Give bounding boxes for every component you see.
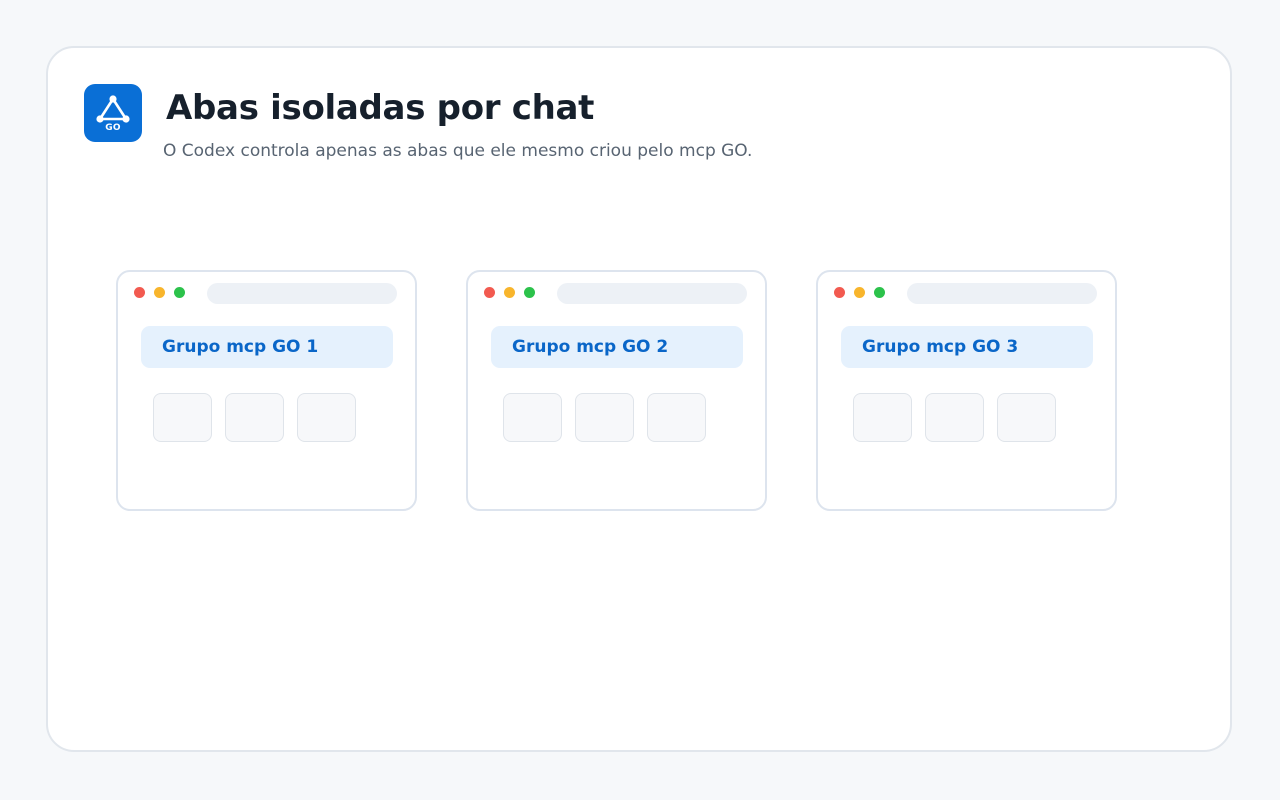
logo-text: GO <box>105 123 121 133</box>
browser-tab[interactable] <box>853 393 912 442</box>
page-subtitle: O Codex controla apenas as abas que ele … <box>163 141 753 161</box>
browser-tab[interactable] <box>153 393 212 442</box>
browser-window-1: Grupo mcp GO 1 <box>116 270 417 511</box>
address-bar[interactable] <box>207 283 397 304</box>
close-dot-icon[interactable] <box>134 287 145 298</box>
browser-tab[interactable] <box>647 393 706 442</box>
app-logo-icon: GO <box>84 84 142 142</box>
browser-tab[interactable] <box>575 393 634 442</box>
browser-tab[interactable] <box>225 393 284 442</box>
address-bar[interactable] <box>557 283 747 304</box>
maximize-dot-icon[interactable] <box>174 287 185 298</box>
minimize-dot-icon[interactable] <box>504 287 515 298</box>
minimize-dot-icon[interactable] <box>154 287 165 298</box>
tab-group-label[interactable]: Grupo mcp GO 2 <box>491 326 743 368</box>
close-dot-icon[interactable] <box>834 287 845 298</box>
share-triangle-icon <box>96 95 130 123</box>
browser-tab[interactable] <box>997 393 1056 442</box>
address-bar[interactable] <box>907 283 1097 304</box>
minimize-dot-icon[interactable] <box>854 287 865 298</box>
page-title: Abas isoladas por chat <box>166 88 595 128</box>
close-dot-icon[interactable] <box>484 287 495 298</box>
main-card: GO Abas isoladas por chat O Codex contro… <box>46 46 1232 752</box>
browser-window-3: Grupo mcp GO 3 <box>816 270 1117 511</box>
browser-tab[interactable] <box>503 393 562 442</box>
tab-group-label[interactable]: Grupo mcp GO 3 <box>841 326 1093 368</box>
tab-group-label[interactable]: Grupo mcp GO 1 <box>141 326 393 368</box>
browser-tab[interactable] <box>925 393 984 442</box>
browser-tab[interactable] <box>297 393 356 442</box>
maximize-dot-icon[interactable] <box>524 287 535 298</box>
browser-window-2: Grupo mcp GO 2 <box>466 270 767 511</box>
maximize-dot-icon[interactable] <box>874 287 885 298</box>
